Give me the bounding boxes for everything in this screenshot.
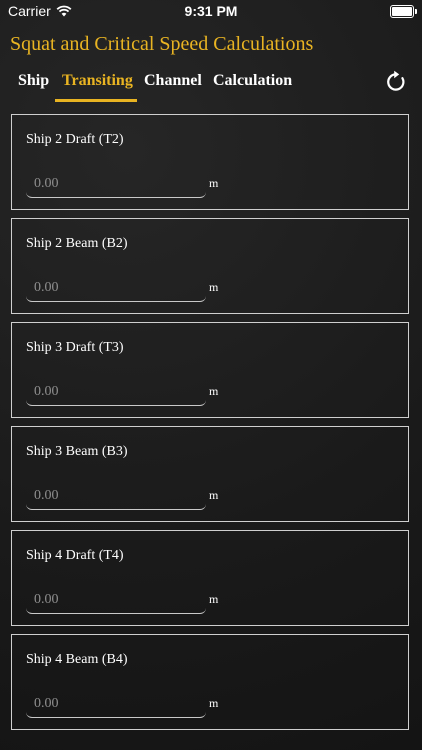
input-placeholder: 0.00 — [34, 280, 59, 295]
ship3-beam-card: Ship 3 Beam (B3) 0.00 m — [11, 426, 409, 522]
field-label: Ship 2 Draft (T2) — [26, 132, 124, 147]
input-placeholder: 0.00 — [34, 176, 59, 191]
ship4-draft-card: Ship 4 Draft (T4) 0.00 m — [11, 530, 409, 626]
field-label: Ship 4 Draft (T4) — [26, 548, 124, 563]
ship3-beam-input[interactable]: 0.00 — [26, 485, 206, 510]
unit-label: m — [209, 696, 219, 710]
field-label: Ship 2 Beam (B2) — [26, 236, 128, 251]
ship4-beam-card: Ship 4 Beam (B4) 0.00 m — [11, 634, 409, 730]
field-label: Ship 3 Beam (B3) — [26, 444, 128, 459]
page-title: Squat and Critical Speed Calculations — [10, 33, 314, 55]
tab-ship[interactable]: Ship — [18, 72, 49, 90]
refresh-icon[interactable] — [384, 70, 408, 94]
ship2-beam-input[interactable]: 0.00 — [26, 277, 206, 302]
tab-channel[interactable]: Channel — [144, 72, 202, 90]
unit-label: m — [209, 592, 219, 606]
unit-label: m — [209, 176, 219, 190]
input-placeholder: 0.00 — [34, 488, 59, 503]
status-bar: Carrier 9:31 PM — [0, 0, 422, 22]
input-placeholder: 0.00 — [34, 384, 59, 399]
battery-icon — [390, 5, 417, 18]
ship2-draft-card: Ship 2 Draft (T2) 0.00 m — [11, 114, 409, 210]
status-time: 9:31 PM — [184, 3, 238, 19]
tab-transiting[interactable]: Transiting — [62, 72, 133, 90]
field-label: Ship 3 Draft (T3) — [26, 340, 124, 355]
ship2-draft-input[interactable]: 0.00 — [26, 173, 206, 198]
tab-calculation[interactable]: Calculation — [213, 72, 292, 90]
ship4-draft-input[interactable]: 0.00 — [26, 589, 206, 614]
tab-bar: Ship Transiting Channel Calculation — [0, 70, 422, 104]
ship2-beam-card: Ship 2 Beam (B2) 0.00 m — [11, 218, 409, 314]
field-label: Ship 4 Beam (B4) — [26, 652, 128, 667]
input-placeholder: 0.00 — [34, 696, 59, 711]
unit-label: m — [209, 280, 219, 294]
input-placeholder: 0.00 — [34, 592, 59, 607]
ship4-beam-input[interactable]: 0.00 — [26, 693, 206, 718]
unit-label: m — [209, 384, 219, 398]
ship3-draft-input[interactable]: 0.00 — [26, 381, 206, 406]
active-tab-indicator — [55, 99, 137, 102]
ship3-draft-card: Ship 3 Draft (T3) 0.00 m — [11, 322, 409, 418]
unit-label: m — [209, 488, 219, 502]
